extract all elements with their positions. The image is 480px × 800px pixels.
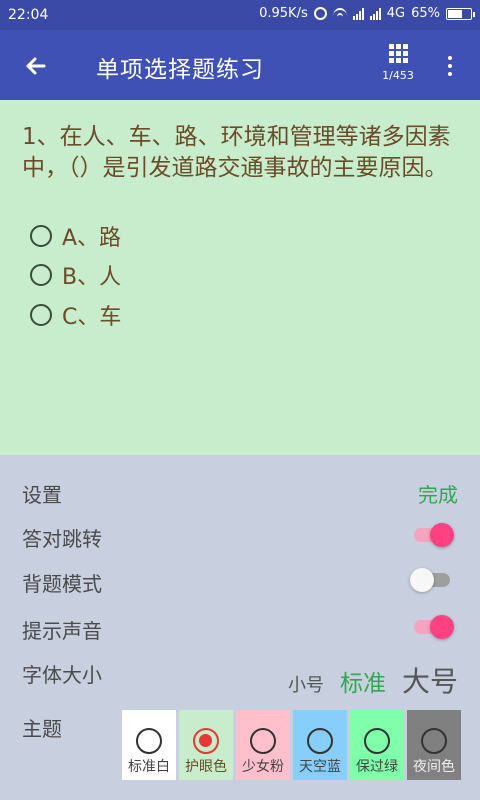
question-counter: 1/453: [382, 69, 414, 82]
radio-icon: [364, 728, 390, 754]
radio-icon: [30, 304, 52, 326]
battery-fill: [448, 9, 462, 18]
theme-white[interactable]: 标准白: [122, 710, 176, 780]
theme-label-text: 夜间色: [413, 759, 455, 775]
wifi-icon: [332, 7, 347, 21]
radio-icon: [307, 728, 333, 754]
font-size-options: 小号 标准 大号: [288, 660, 458, 700]
theme-label: 主题: [22, 717, 62, 741]
theme-label-text: 标准白: [128, 759, 170, 775]
theme-label-text: 护眼色: [185, 759, 227, 775]
settings-title: 设置: [22, 483, 62, 507]
jump-on-correct-label: 答对跳转: [22, 527, 102, 551]
page-title: 单项选择题练习: [96, 57, 264, 83]
done-button[interactable]: 完成: [418, 479, 458, 508]
alarm-icon: [313, 7, 327, 20]
option-c[interactable]: C、车: [30, 299, 121, 331]
theme-sky-blue[interactable]: 天空蓝: [293, 710, 347, 780]
option-b[interactable]: B、人: [30, 259, 121, 291]
theme-options: 标准白 护眼色 少女粉 天空蓝 保过绿 夜间色: [122, 710, 464, 780]
jump-on-correct-toggle[interactable]: [410, 523, 454, 547]
signal-icon-2: [369, 7, 381, 20]
option-label: A、路: [62, 226, 122, 251]
theme-eye-care[interactable]: 护眼色: [179, 710, 233, 780]
question-list-button[interactable]: 1/453: [378, 40, 418, 92]
grid-icon: [388, 44, 408, 63]
memorize-mode-toggle[interactable]: [410, 568, 454, 592]
question-text: 1、在人、车、路、环境和管理等诸多因素中，（）是引发道路交通事故的主要原因。: [22, 124, 451, 181]
status-icons: 0.95K/s 4G 65%: [259, 6, 475, 21]
radio-icon: [193, 728, 219, 754]
sound-label: 提示声音: [22, 619, 102, 643]
option-label: B、人: [62, 265, 122, 290]
theme-label-text: 保过绿: [356, 759, 398, 775]
radio-icon: [30, 225, 52, 247]
option-label: C、车: [62, 305, 122, 330]
network-type: 4G: [386, 6, 406, 21]
memorize-mode-label: 背题模式: [22, 572, 102, 596]
network-speed: 0.95K/s: [259, 6, 308, 21]
font-size-standard[interactable]: 标准: [340, 664, 386, 698]
battery-icon: [446, 7, 475, 20]
arrow-left-icon: [26, 57, 46, 75]
back-button[interactable]: [20, 50, 52, 82]
theme-label-text: 天空蓝: [299, 759, 341, 775]
settings-panel: 设置 完成 答对跳转 背题模式 提示声音 字体大小 小号 标准 大号 主题 标准…: [0, 455, 480, 800]
theme-label-text: 少女粉: [242, 759, 284, 775]
font-size-small[interactable]: 小号: [288, 671, 324, 697]
signal-icon: [352, 7, 364, 20]
radio-icon: [421, 728, 447, 754]
app-bar: 单项选择题练习 1/453: [0, 30, 480, 100]
radio-icon: [30, 264, 52, 286]
battery-percent: 65%: [411, 6, 440, 21]
status-bar: 22:04 0.95K/s 4G 65%: [0, 0, 480, 30]
question-area: 1、在人、车、路、环境和管理等诸多因素中，（）是引发道路交通事故的主要原因。 A…: [0, 100, 480, 455]
status-time: 22:04: [8, 7, 49, 23]
font-size-large[interactable]: 大号: [402, 660, 458, 700]
theme-pink[interactable]: 少女粉: [236, 710, 290, 780]
radio-icon: [250, 728, 276, 754]
sound-toggle[interactable]: [410, 615, 454, 639]
radio-icon: [136, 728, 162, 754]
font-size-label: 字体大小: [22, 663, 102, 687]
more-vert-icon[interactable]: [438, 50, 462, 82]
theme-night[interactable]: 夜间色: [407, 710, 461, 780]
option-a[interactable]: A、路: [30, 220, 121, 252]
theme-green[interactable]: 保过绿: [350, 710, 404, 780]
